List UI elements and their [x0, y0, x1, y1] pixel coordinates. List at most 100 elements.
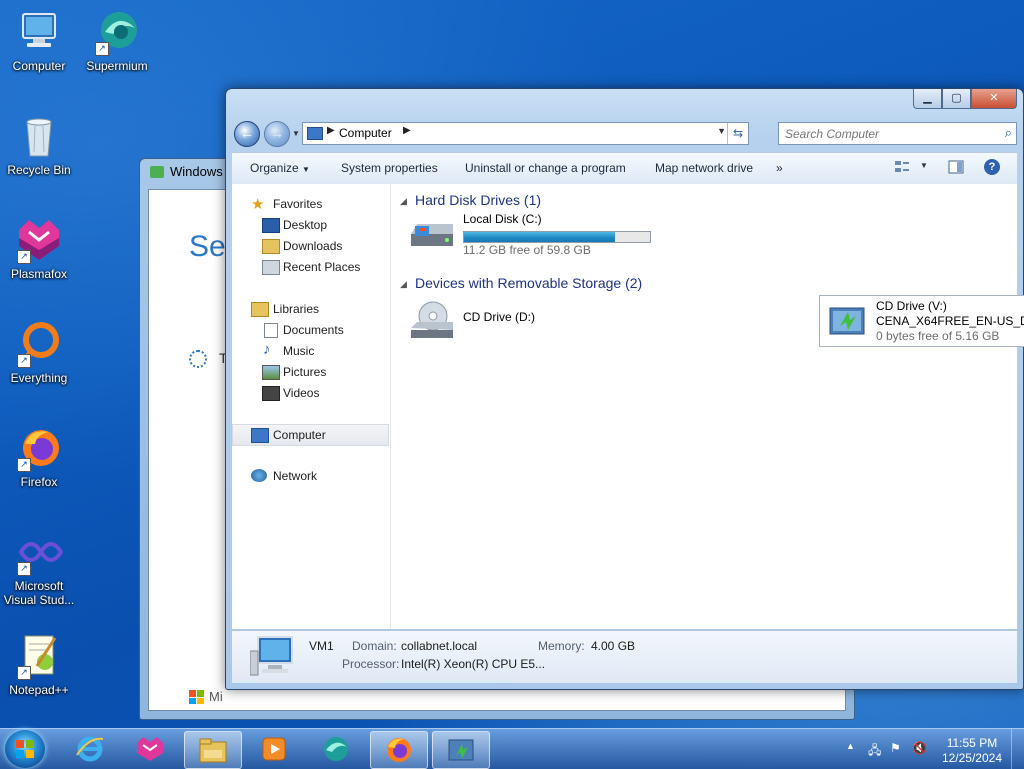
forward-button[interactable]: →: [264, 121, 290, 147]
nav-network[interactable]: Network: [232, 466, 389, 486]
network-icon: [251, 469, 267, 482]
collapse-icon[interactable]: ◢: [400, 279, 407, 290]
start-button[interactable]: [5, 730, 45, 768]
action-center-flag-icon[interactable]: ⚑: [890, 741, 901, 755]
cd-drive-icon: [411, 301, 453, 338]
cd-v-name: CD Drive (V:): [876, 299, 947, 313]
clock[interactable]: 11:55 PM 12/25/2024: [942, 736, 1002, 766]
search-icon[interactable]: ⌕: [1005, 125, 1012, 141]
desktop-icon-firefox[interactable]: ↗ Firefox: [1, 424, 77, 489]
nav-pictures[interactable]: Pictures: [232, 362, 389, 382]
local-disk-free: 11.2 GB free of 59.8 GB: [463, 243, 591, 257]
desktop-icon-label: Computer: [12, 59, 66, 73]
chevron-down-icon: ▼: [302, 165, 310, 174]
breadcrumb-computer[interactable]: Computer: [339, 126, 392, 140]
nav-videos[interactable]: Videos: [232, 383, 389, 403]
nav-favorites[interactable]: ★ Favorites: [232, 194, 389, 214]
nav-computer-label: Computer: [273, 428, 326, 442]
desktop-icon-label: Plasmafox: [10, 267, 68, 281]
main-pane: ◢ Hard Disk Drives (1) Local Disk (C:) 1…: [391, 184, 1024, 629]
drive-cd-d[interactable]: CD Drive (D:): [407, 296, 577, 344]
memory-value: 4.00 GB: [591, 639, 636, 653]
nav-desktop[interactable]: Desktop: [232, 215, 389, 235]
taskbar-setup[interactable]: [432, 731, 490, 769]
supermium-icon: ↗: [93, 8, 141, 56]
nav-computer[interactable]: Computer: [232, 424, 389, 446]
drive-local-disk-c[interactable]: Local Disk (C:) 11.2 GB free of 59.8 GB: [407, 212, 667, 257]
taskbar-supermium[interactable]: [308, 731, 364, 767]
taskbar-internet-explorer[interactable]: [62, 731, 118, 767]
taskbar-file-explorer[interactable]: [184, 731, 242, 769]
minimize-button[interactable]: ▁: [913, 89, 942, 109]
taskbar-plasmafox[interactable]: [122, 731, 178, 767]
desktop-icon-supermium[interactable]: ↗ Supermium: [79, 8, 155, 73]
desktop-icon-computer[interactable]: Computer: [1, 8, 77, 73]
nav-music[interactable]: ♪ Music: [232, 341, 389, 361]
setup-window-title: Windows: [170, 164, 223, 179]
downloads-folder-icon: [262, 239, 280, 254]
uninstall-program-button[interactable]: Uninstall or change a program: [465, 161, 626, 175]
setup-footer-text: Mi: [209, 689, 223, 704]
media-player-icon: [262, 737, 286, 761]
desktop-icon-label: Supermium: [86, 59, 148, 73]
help-icon[interactable]: ?: [984, 159, 1000, 175]
clock-date: 12/25/2024: [941, 751, 1002, 765]
close-button[interactable]: ✕: [971, 89, 1017, 109]
group-hard-disk-drives[interactable]: ◢ Hard Disk Drives (1): [400, 192, 542, 208]
search-input[interactable]: [783, 123, 987, 144]
nav-music-label: Music: [283, 344, 315, 358]
libraries-icon: [251, 302, 269, 317]
group-removable-storage-label: Devices with Removable Storage (2): [415, 275, 643, 291]
desktop-icon-visual-studio[interactable]: ↗ Microsoft Visual Stud...: [1, 528, 77, 607]
breadcrumb-arrow[interactable]: ▶: [327, 125, 335, 136]
map-network-drive-button[interactable]: Map network drive: [655, 161, 753, 175]
preview-pane-icon[interactable]: [948, 159, 964, 175]
desktop-icon-notepad-plus-plus[interactable]: ↗ Notepad++: [1, 632, 77, 697]
recent-pages-dropdown[interactable]: ▼: [292, 129, 300, 138]
file-explorer-icon: [199, 738, 227, 763]
taskbar-firefox[interactable]: [370, 731, 428, 769]
search-box[interactable]: ⌕: [778, 122, 1017, 145]
explorer-window[interactable]: ▁ ▢ ✕ ← → ▼ ▶ Computer ▶ ▼ ⇆ ⌕ Organize …: [225, 88, 1024, 690]
address-bar[interactable]: ▶ Computer ▶ ▼ ⇆: [302, 122, 749, 145]
nav-downloads-label: Downloads: [283, 239, 343, 253]
caption-buttons: ▁ ▢ ✕: [913, 89, 1017, 109]
nav-documents[interactable]: Documents: [232, 320, 389, 340]
change-view-icon[interactable]: [894, 159, 910, 175]
system-properties-button[interactable]: System properties: [341, 161, 438, 175]
refresh-icon[interactable]: ⇆: [727, 123, 748, 144]
organize-menu[interactable]: Organize ▼: [250, 161, 310, 175]
nav-recent-places[interactable]: Recent Places: [232, 257, 389, 277]
visual-studio-icon: ↗: [15, 528, 64, 576]
network-tray-icon[interactable]: 🖧: [868, 741, 881, 762]
group-removable-storage[interactable]: ◢ Devices with Removable Storage (2): [400, 275, 643, 291]
memory-label: Memory:: [538, 639, 585, 653]
show-desktop-button[interactable]: [1011, 729, 1024, 769]
group-hard-disk-drives-label: Hard Disk Drives (1): [415, 192, 542, 208]
disk-usage-bar: [463, 231, 651, 243]
nav-downloads[interactable]: Downloads: [232, 236, 389, 256]
back-button[interactable]: ←: [234, 121, 260, 147]
notepad-plus-plus-icon: ↗: [15, 632, 63, 680]
volume-muted-icon[interactable]: 🔇: [912, 741, 927, 755]
taskbar: ▲ 🖧 ⚑ 🔇 11:55 PM 12/25/2024: [0, 728, 1024, 769]
more-commands-button[interactable]: »: [776, 161, 783, 175]
collapse-icon[interactable]: ◢: [400, 196, 407, 207]
desktop-icon-recycle-bin[interactable]: Recycle Bin: [1, 112, 77, 177]
breadcrumb-arrow[interactable]: ▶: [403, 125, 411, 136]
star-icon: ★: [251, 196, 265, 213]
drive-cd-v[interactable]: CD Drive (V:) CENA_X64FREE_EN-US_DV9 0 b…: [819, 295, 1024, 347]
view-options-dropdown-icon[interactable]: ▼: [920, 161, 928, 170]
nav-desktop-label: Desktop: [283, 218, 328, 232]
computer-small-icon: [251, 428, 269, 443]
maximize-button[interactable]: ▢: [942, 89, 971, 109]
nav-libraries[interactable]: Libraries: [232, 299, 389, 319]
address-dropdown-icon[interactable]: ▼: [717, 126, 726, 136]
desktop-icon-label: Microsoft Visual Stud...: [3, 579, 75, 607]
processor-label: Processor:: [342, 657, 400, 671]
taskbar-media-player[interactable]: [246, 731, 302, 767]
show-hidden-icons-icon[interactable]: ▲: [846, 741, 855, 751]
desktop-icon-everything[interactable]: ↗ Everything: [1, 320, 77, 385]
details-pane: VM1 Domain: collabnet.local Memory: 4.00…: [232, 630, 1017, 683]
desktop-icon-plasmafox[interactable]: ↗ Plasmafox: [1, 216, 77, 281]
